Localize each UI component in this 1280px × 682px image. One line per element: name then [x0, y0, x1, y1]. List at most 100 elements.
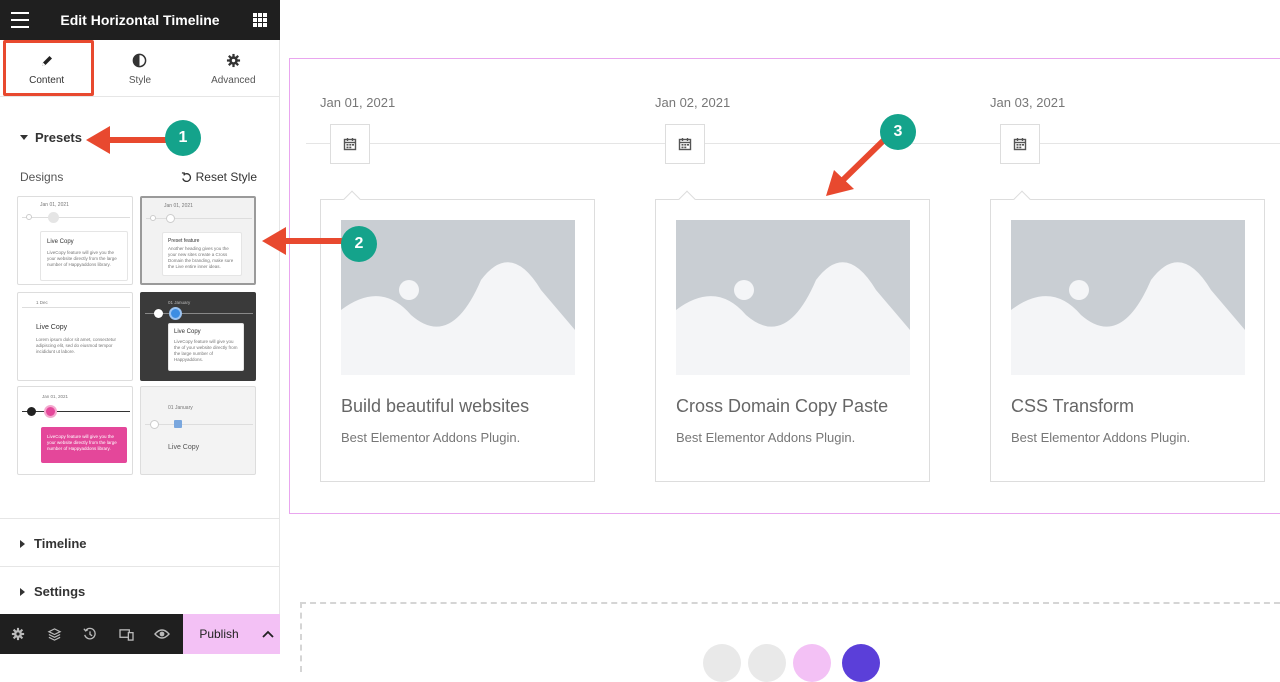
- thumb-nav-dot: [154, 309, 163, 318]
- widgets-grid-icon[interactable]: [253, 13, 267, 27]
- thumb-card: Live Copy LiveCopy feature will give you…: [168, 323, 244, 371]
- timeline-axis: [306, 143, 1280, 144]
- image-placeholder-icon: [1011, 220, 1245, 375]
- add-template-button[interactable]: [748, 644, 786, 682]
- add-section-button[interactable]: [703, 644, 741, 682]
- thumb-card: Preset feature Another heading gives you…: [162, 232, 242, 276]
- template-library-button[interactable]: [842, 644, 880, 682]
- preset-thumbnail-6[interactable]: 01 January Live Copy: [140, 386, 256, 475]
- timeline-date: Jan 01, 2021: [320, 95, 396, 110]
- preset-thumbnail-5[interactable]: Jan 01, 2021 LiveCopy feature will give …: [17, 386, 133, 475]
- card-title: Cross Domain Copy Paste: [676, 396, 889, 416]
- thumb-card: LiveCopy feature will give you the your …: [41, 427, 127, 463]
- calendar-icon[interactable]: [1000, 124, 1040, 164]
- thumb-title: Live Copy: [174, 329, 201, 335]
- preset-thumbnail-3[interactable]: 1 Dec Live Copy Lorem ipsum dolor sit am…: [17, 292, 133, 381]
- calendar-icon[interactable]: [665, 124, 705, 164]
- thumb-text: LiveCopy feature will give you the your …: [47, 250, 117, 267]
- settings-section-label: Settings: [34, 584, 86, 599]
- caret-right-icon: [20, 539, 25, 548]
- annotation-badge-2: 2: [341, 226, 377, 262]
- preview-canvas: Jan 01, 2021 Build beautiful websites Be…: [281, 0, 1280, 682]
- thumb-card: Live Copy LiveCopy feature will give you…: [40, 231, 128, 281]
- preset-thumbnail-4[interactable]: 01 January Live Copy LiveCopy feature wi…: [140, 292, 256, 381]
- gear-icon: [226, 51, 241, 71]
- card-title: Build beautiful websites: [341, 396, 530, 416]
- tab-advanced-label: Advanced: [211, 74, 256, 86]
- reset-icon: [181, 171, 191, 182]
- thumb-text: Another heading gives you the your new s…: [168, 246, 234, 269]
- divider: [0, 518, 280, 519]
- thumb-date: Jan 01, 2021: [40, 202, 69, 208]
- tab-content[interactable]: Content: [0, 40, 93, 96]
- half-circle-icon: [132, 51, 147, 71]
- timeline-section-toggle[interactable]: Timeline: [20, 536, 87, 551]
- timeline-date: Jan 02, 2021: [655, 95, 731, 110]
- preset-thumbnail-2[interactable]: Jan 01, 2021 Preset feature Another head…: [140, 196, 256, 285]
- card-subtitle: Best Elementor Addons Plugin.: [341, 430, 521, 445]
- timeline-date: Jan 03, 2021: [990, 95, 1066, 110]
- thumb-point: [44, 405, 57, 418]
- thumb-date: Jan 01, 2021: [164, 203, 193, 209]
- thumb-point: [166, 214, 175, 223]
- divider: [0, 566, 280, 567]
- thumb-axis: [145, 424, 253, 425]
- happy-addons-button[interactable]: [793, 644, 831, 682]
- thumb-date: 01 January: [168, 300, 191, 305]
- calendar-icon[interactable]: [330, 124, 370, 164]
- responsive-icon[interactable]: [108, 614, 144, 654]
- thumb-date: 01 January: [168, 405, 193, 411]
- publish-options-button[interactable]: [255, 614, 280, 654]
- settings-gear-icon[interactable]: [0, 614, 36, 654]
- publish-button[interactable]: Publish: [183, 614, 255, 654]
- thumb-axis: [22, 411, 130, 412]
- annotation-badge-1: 1: [165, 120, 201, 156]
- caret-right-icon: [20, 587, 25, 596]
- history-icon[interactable]: [72, 614, 108, 654]
- thumb-point: [169, 307, 182, 320]
- thumb-nav-dot: [27, 407, 36, 416]
- tab-style-label: Style: [128, 74, 152, 86]
- reset-style-label: Reset Style: [195, 170, 257, 184]
- caret-down-icon: [20, 135, 28, 140]
- thumb-title: Live Copy: [36, 324, 68, 331]
- thumb-date: Jan 01, 2021: [42, 394, 69, 399]
- chevron-up-icon: [261, 630, 274, 638]
- sidebar-footer: Publish: [0, 614, 280, 654]
- image-placeholder-icon: [676, 220, 910, 375]
- thumb-axis: [22, 217, 130, 218]
- card-title: CSS Transform: [1011, 396, 1135, 416]
- annotation-badge-3: 3: [880, 114, 916, 150]
- thumb-calendar-icon: [174, 420, 182, 428]
- thumb-nav-dot: [150, 215, 156, 221]
- preset-thumbnail-1[interactable]: Jan 01, 2021 Live Copy LiveCopy feature …: [17, 196, 133, 285]
- thumb-nav-dot: [150, 420, 159, 429]
- designs-label: Designs: [20, 170, 64, 184]
- settings-section-toggle[interactable]: Settings: [20, 584, 85, 599]
- timeline-card[interactable]: CSS Transform Best Elementor Addons Plug…: [990, 190, 1265, 482]
- eye-icon[interactable]: [144, 614, 180, 654]
- timeline-section-label: Timeline: [34, 536, 87, 551]
- thumb-title: Live Copy: [47, 239, 74, 245]
- thumb-date: 1 Dec: [36, 300, 48, 305]
- thumb-text: LiveCopy feature will give you the of yo…: [174, 339, 238, 362]
- presets-section-toggle[interactable]: Presets: [20, 130, 82, 145]
- thumb-nav-dot: [26, 214, 32, 220]
- thumb-axis: [22, 307, 130, 308]
- panel-tabs: Content Style Advanced: [0, 40, 280, 97]
- layers-icon[interactable]: [36, 614, 72, 654]
- panel-title: Edit Horizontal Timeline: [60, 12, 220, 28]
- timeline-card[interactable]: Cross Domain Copy Paste Best Elementor A…: [655, 190, 930, 482]
- tab-style[interactable]: Style: [93, 40, 186, 96]
- add-section-dropzone[interactable]: [300, 602, 1280, 672]
- pencil-icon: [40, 51, 54, 71]
- thumb-axis: [146, 218, 252, 219]
- card-subtitle: Best Elementor Addons Plugin.: [676, 430, 856, 445]
- thumb-text: Lorem ipsum dolor sit amet, consectetur …: [36, 337, 117, 354]
- designs-row: Designs Reset Style: [20, 170, 257, 184]
- reset-style-button[interactable]: Reset Style: [181, 170, 257, 184]
- thumb-text: LiveCopy feature will give you the your …: [47, 434, 117, 451]
- card-subtitle: Best Elementor Addons Plugin.: [1011, 430, 1191, 445]
- thumb-title: Live Copy: [168, 444, 200, 451]
- tab-advanced[interactable]: Advanced: [187, 40, 280, 96]
